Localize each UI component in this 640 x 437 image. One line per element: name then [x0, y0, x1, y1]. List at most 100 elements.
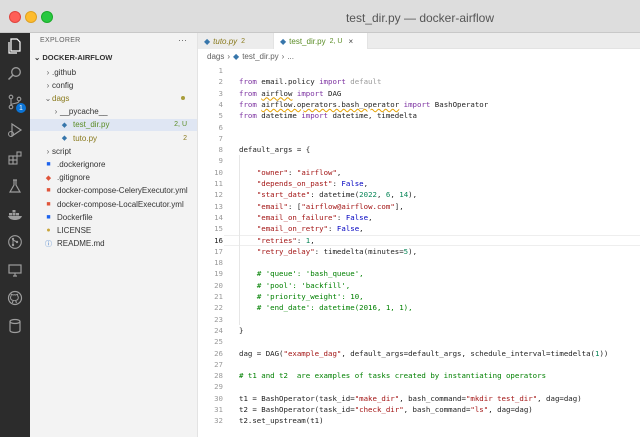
code-token: , dag=dag): [537, 393, 582, 403]
github-icon[interactable]: [5, 288, 25, 308]
tree-item[interactable]: › __pycache__: [30, 106, 197, 118]
tree-item-label: LICENSE: [57, 225, 92, 235]
testing-flask-icon[interactable]: [5, 176, 25, 196]
code-line: 24}: [198, 325, 640, 336]
code-line: 16 "retries": 1,: [198, 235, 640, 246]
explorer-more-actions-button[interactable]: ···: [178, 35, 187, 45]
tree-item-label: .dockerignore: [57, 159, 106, 169]
code-token: ],: [394, 201, 404, 211]
code-line: 5 from datetime import datetime, timedelt…: [198, 110, 640, 121]
code-line: 7: [198, 133, 640, 144]
code-token: "ls": [470, 405, 489, 414]
breadcrumb-symbols[interactable]: ...: [287, 52, 294, 61]
minimize-window-button[interactable]: [25, 11, 37, 23]
explorer-sidebar: EXPLORER ··· ⌄ DOCKER-AIRFLOW › .github › c…: [30, 33, 198, 437]
tab-tuto-py[interactable]: ◆ tuto.py 2: [198, 33, 274, 49]
docker-file-icon: ■: [46, 213, 51, 221]
code-token: datetime, timedelta: [328, 111, 418, 121]
code-line: 22 # 'end_date': datetime(2016, 1, 1),: [198, 302, 640, 313]
tree-item[interactable]: ■ docker-compose-CeleryExecutor.yml: [30, 185, 197, 197]
line-number: 27: [214, 359, 223, 369]
code-text: "email": ["airflow@airflow.com"],: [239, 201, 404, 212]
code-line: 1: [198, 65, 640, 76]
code-token: : timedelta(minutes=: [314, 246, 404, 256]
code-line: 23: [198, 314, 640, 325]
tab-problem-count: 2, U: [329, 37, 343, 45]
code-token: ,: [390, 190, 400, 200]
code-token: :: [336, 212, 346, 222]
tree-item[interactable]: › config: [30, 79, 197, 91]
code-text: # 'pool': 'backfill',: [239, 280, 350, 291]
tree-item-label: .gitignore: [57, 173, 90, 183]
tree-item[interactable]: ⌄ dags: [30, 92, 197, 104]
line-number: 12: [214, 190, 223, 200]
code-token: from: [239, 88, 257, 98]
code-token: False: [336, 224, 360, 234]
source-control-icon[interactable]: 1: [5, 92, 26, 113]
tree-item[interactable]: ◆ tuto.py 2: [30, 132, 197, 144]
remote-explorer-icon[interactable]: [5, 260, 25, 280]
activity-bar: 1: [0, 33, 30, 437]
line-number: 16: [214, 235, 223, 245]
search-icon[interactable]: [5, 64, 25, 84]
code-text: "owner": "airflow",: [239, 167, 342, 178]
tree-item[interactable]: › script: [30, 145, 197, 157]
tree-item-label: test_dir.py: [73, 120, 110, 130]
tree-item[interactable]: › .github: [30, 66, 197, 78]
code-editor[interactable]: 1 2 from email.policy import default 3 from …: [198, 63, 640, 437]
tab-test-dir-py[interactable]: ◆ test_dir.py 2, U ×: [274, 33, 368, 49]
scm-badge: 1: [16, 103, 26, 113]
breadcrumb-file[interactable]: test_dir.py: [242, 52, 278, 61]
extensions-icon[interactable]: [5, 148, 25, 168]
tab-problem-count: 2: [241, 37, 246, 45]
code-token: :: [328, 224, 337, 234]
license-file-icon: ●: [46, 226, 51, 234]
close-tab-icon[interactable]: ×: [348, 37, 353, 46]
code-token: ,: [336, 167, 342, 177]
code-token: import: [301, 111, 329, 121]
chevron-right-icon: ›: [46, 67, 50, 77]
tree-item[interactable]: ◆ test_dir.py 2, U: [30, 118, 197, 131]
tree-item[interactable]: ⓘ README.md: [30, 238, 197, 250]
python-file-icon: ◆: [61, 135, 68, 142]
explorer-icon[interactable]: [5, 36, 25, 56]
tree-item[interactable]: ■ Dockerfile: [30, 211, 197, 223]
maximize-window-button[interactable]: [41, 11, 53, 23]
workspace-root[interactable]: ⌄ DOCKER-AIRFLOW: [34, 53, 112, 62]
docker-icon[interactable]: [5, 204, 25, 224]
git-graph-icon[interactable]: [5, 232, 25, 252]
line-number: 8: [218, 145, 223, 155]
line-number: 13: [214, 201, 223, 211]
run-debug-icon[interactable]: [5, 120, 25, 140]
code-token: "depends_on_past": [256, 179, 333, 188]
code-line: 15 "email_on_retry": False,: [198, 223, 640, 234]
tree-item[interactable]: ● LICENSE: [30, 224, 197, 236]
database-icon[interactable]: [5, 316, 25, 336]
tree-item-label: README.md: [57, 239, 105, 249]
code-text: # t1 and t2 are examples of tasks create…: [239, 370, 546, 381]
code-text: "retries": 1,: [239, 235, 315, 246]
breadcrumb-folder[interactable]: dags: [207, 52, 224, 61]
close-window-button[interactable]: [9, 11, 21, 23]
code-text: "start_date": datetime(2022, 6, 14),: [239, 189, 417, 200]
tree-item[interactable]: ■ .dockerignore: [30, 158, 197, 170]
code-token: "start_date": [256, 190, 311, 200]
code-token: airflow.operators.bash_operator: [261, 99, 400, 109]
tree-item-label: Dockerfile: [57, 212, 93, 222]
tree-item[interactable]: ■ docker-compose-LocalExecutor.yml: [30, 198, 197, 210]
line-number: 23: [214, 314, 223, 324]
code-token: airflow: [261, 88, 293, 98]
line-number: 15: [214, 224, 223, 234]
title-bar: test_dir.py — docker-airflow: [0, 0, 640, 33]
file-status: 2, U: [174, 121, 187, 129]
code-token: "email": [256, 201, 288, 211]
code-line: 28 # t1 and t2 are examples of tasks crea…: [198, 370, 640, 381]
tree-item[interactable]: ◆ .gitignore: [30, 172, 197, 184]
explorer-header: EXPLORER: [40, 37, 81, 44]
